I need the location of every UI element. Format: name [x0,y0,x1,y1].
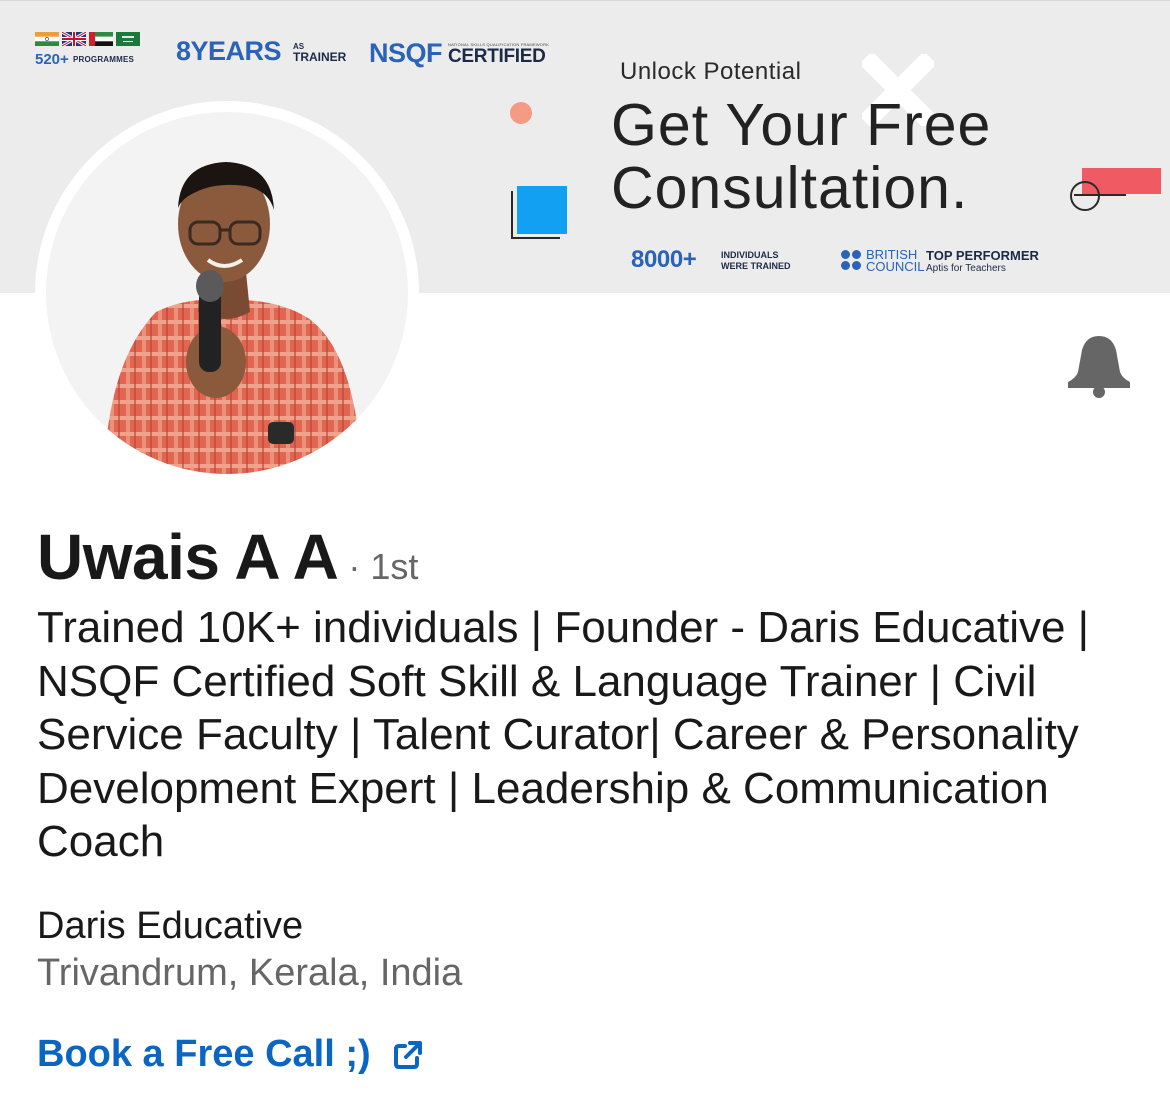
decor-ring [1070,181,1100,211]
nsqf-certified: CERTIFIED [448,46,546,67]
profile-company[interactable]: Daris Educative [37,905,303,948]
connection-degree: · 1st [348,546,419,587]
banner-headline-line-1: Get Your Free [611,92,992,158]
programmes-label: PROGRAMMES [72,55,135,64]
aptis-label: Aptis for Teachers [926,263,1006,274]
uk-flag-icon [62,32,86,46]
bell-icon[interactable] [1064,332,1134,398]
book-free-call-label: Book a Free Call ;) [37,1033,371,1075]
book-free-call-link[interactable]: Book a Free Call ;) [37,1033,425,1076]
british-council-text: BRITISH COUNCIL [866,248,925,274]
decor-line [1074,194,1126,196]
profile-location: Trivandrum, Kerala, India [37,952,463,994]
years-stat: 8YEARS [176,36,282,66]
banner-tagline: Unlock Potential [620,58,802,85]
decor-blue-square [517,186,567,234]
country-flags [35,32,140,46]
external-link-icon [393,1040,422,1069]
years-trainer: TRAINER [293,50,347,64]
india-flag-icon [35,32,59,46]
british-council-logo-icon [841,250,863,272]
top-performer-label: TOP PERFORMER [926,248,1039,263]
profile-avatar[interactable] [35,101,419,485]
saudi-flag-icon [116,32,140,46]
british-council-line-2: COUNCIL [866,259,925,274]
years-sub-label: AS TRAINER [293,42,347,64]
trained-label: INDIVIDUALS WERE TRAINED [721,250,791,272]
profile-headline: Trained 10K+ individuals | Founder - Dar… [37,603,1090,867]
banner-headline-line-2: Consultation. [611,155,969,221]
nsqf-logo: NSQF [369,38,443,68]
profile-name-row: Uwais A A · 1st [37,520,418,594]
trained-label-2: WERE TRAINED [721,261,791,271]
trained-count: 8000+ [631,246,697,273]
person-with-microphone-icon [104,162,362,474]
programmes-count: 520+ [35,51,69,68]
uae-flag-icon [89,32,113,46]
banner-headline: Get Your Free Consultation. [611,94,991,220]
profile-name: Uwais A A [37,521,339,593]
programmes-stat: 520+ PROGRAMMES [35,51,134,68]
decor-orange-dot [510,102,532,124]
trained-label-1: INDIVIDUALS [721,250,779,260]
avatar-photo [46,112,408,474]
